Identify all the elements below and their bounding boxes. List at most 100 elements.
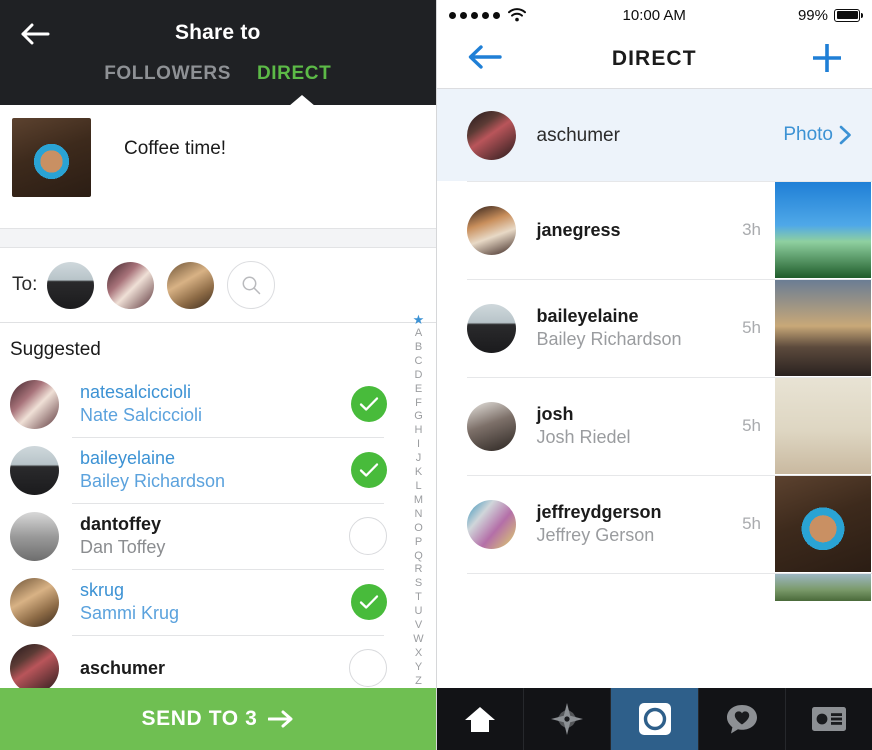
select-checkbox[interactable] <box>350 386 387 422</box>
fullname: Nate Salciccioli <box>80 405 203 425</box>
post-thumbnail <box>12 118 91 197</box>
conversation-thumbnail[interactable] <box>775 280 871 376</box>
scrubber-letter: J <box>415 452 422 465</box>
plus-icon <box>813 44 841 72</box>
scrubber-letter: B <box>414 340 423 353</box>
avatar <box>466 401 516 451</box>
tab-profile[interactable] <box>786 688 872 750</box>
scrubber-letter: M <box>413 493 424 506</box>
check-icon <box>359 463 378 477</box>
to-label: To: <box>12 274 38 295</box>
conversation-thumbnail[interactable] <box>775 476 871 572</box>
chevron-right-icon <box>839 125 852 145</box>
arrow-right-icon <box>268 710 294 728</box>
send-button[interactable]: SEND TO 3 <box>0 688 436 750</box>
scrubber-letter: X <box>414 646 423 659</box>
scrubber-letter: P <box>414 535 423 548</box>
photo-label[interactable]: Photo <box>783 124 852 146</box>
recipient-avatar[interactable] <box>167 261 215 309</box>
tab-followers[interactable]: FOLLOWERS <box>104 63 231 85</box>
arrow-left-icon <box>468 45 502 69</box>
list-item[interactable]: skrug Sammi Krug <box>0 569 436 635</box>
scrubber-letter: I <box>416 438 421 451</box>
search-icon <box>242 276 261 295</box>
new-message-button[interactable] <box>810 41 844 75</box>
conversation-meta: 5h <box>742 416 761 435</box>
user-names: aschumer <box>80 657 349 680</box>
scrubber-letter: A <box>414 327 423 339</box>
select-checkbox[interactable] <box>348 517 387 555</box>
star-icon: ★ <box>412 312 425 327</box>
conversation-thumbnail[interactable] <box>775 182 871 278</box>
scrubber-letter: S <box>414 577 423 590</box>
suggested-list: natesalciccioli Nate Salciccioli baileye… <box>0 371 436 701</box>
conversation-row[interactable]: josh Josh Riedel 5h <box>436 377 872 475</box>
send-button-label: SEND TO 3 <box>141 707 258 730</box>
username: baileyelaine <box>80 448 176 468</box>
select-checkbox[interactable] <box>350 452 387 488</box>
username: natesalciccioli <box>80 382 192 402</box>
back-button[interactable] <box>467 44 503 70</box>
username: skrug <box>80 580 125 600</box>
alphabet-scrubber[interactable]: ★ A B C D E F G H I J K L M N O P Q R S … <box>409 313 429 689</box>
conversation-thumbnail[interactable] <box>775 378 871 474</box>
fullname: Sammi Krug <box>80 603 180 623</box>
tab-activity[interactable] <box>699 688 787 750</box>
recipients-row: To: <box>0 248 436 323</box>
post-caption[interactable]: Coffee time! <box>124 138 226 160</box>
search-button[interactable] <box>227 261 276 309</box>
avatar <box>466 110 516 160</box>
bottom-tab-bar <box>436 688 872 750</box>
avatar <box>10 511 59 561</box>
avatar <box>466 303 516 353</box>
scrubber-letter: Y <box>414 660 423 673</box>
conversation-meta: Photo <box>783 124 833 145</box>
list-item[interactable]: dantoffey Dan Toffey <box>0 503 436 569</box>
tab-explore[interactable] <box>524 688 612 750</box>
recipient-avatar[interactable] <box>47 261 95 309</box>
share-title: Share to <box>174 21 261 44</box>
scrubber-letter: W <box>413 632 424 645</box>
user-names: jeffreydgerson Jeffrey Gerson <box>537 501 743 547</box>
conversation-meta: 5h <box>742 514 761 533</box>
scrubber-letter: K <box>414 466 423 479</box>
scrubber-letter: F <box>415 396 422 409</box>
conversation-row[interactable]: janegress 3h <box>436 181 872 279</box>
tab-home[interactable] <box>437 688 524 750</box>
conversation-row[interactable]: jeffreydgerson Jeffrey Gerson 5h <box>436 475 872 573</box>
list-item[interactable]: baileyelaine Bailey Richardson <box>0 437 436 503</box>
user-names: baileyelaine Bailey Richardson <box>80 447 351 493</box>
scrubber-letter: D <box>414 368 423 381</box>
conversation-row[interactable]: baileyelaine Bailey Richardson 5h <box>436 279 872 377</box>
avatar <box>10 577 59 627</box>
tab-camera[interactable] <box>611 688 699 750</box>
avatar <box>10 643 59 693</box>
fullname: Bailey Richardson <box>536 329 682 349</box>
username: aschumer <box>536 124 620 146</box>
scrubber-letter: O <box>414 521 423 534</box>
camera-icon <box>638 703 671 735</box>
avatar <box>10 445 59 495</box>
share-navbar: Share to FOLLOWERS DIRECT <box>0 0 436 106</box>
select-checkbox[interactable] <box>350 584 387 620</box>
post-preview: Coffee time! <box>0 105 436 228</box>
user-names: josh Josh Riedel <box>537 403 743 449</box>
scrubber-letter: V <box>414 619 423 632</box>
activity-heart-icon <box>726 705 757 734</box>
recipient-avatar[interactable] <box>107 261 155 309</box>
battery-percent: 99% <box>797 6 828 24</box>
conversation-thumbnail[interactable] <box>775 573 871 601</box>
explore-compass-icon <box>551 703 584 735</box>
list-item[interactable]: natesalciccioli Nate Salciccioli <box>0 371 436 437</box>
share-tabs: FOLLOWERS DIRECT <box>0 63 436 85</box>
home-icon <box>464 707 495 732</box>
profile-card-icon <box>812 707 847 731</box>
check-icon <box>359 595 378 609</box>
select-checkbox[interactable] <box>348 649 387 687</box>
username: josh <box>536 404 574 424</box>
tab-direct[interactable]: DIRECT <box>257 63 331 85</box>
conversation-row-partial[interactable] <box>436 573 872 601</box>
scrubber-letter: G <box>414 410 423 423</box>
user-names: skrug Sammi Krug <box>80 579 351 625</box>
conversation-row[interactable]: aschumer Photo <box>436 89 872 181</box>
